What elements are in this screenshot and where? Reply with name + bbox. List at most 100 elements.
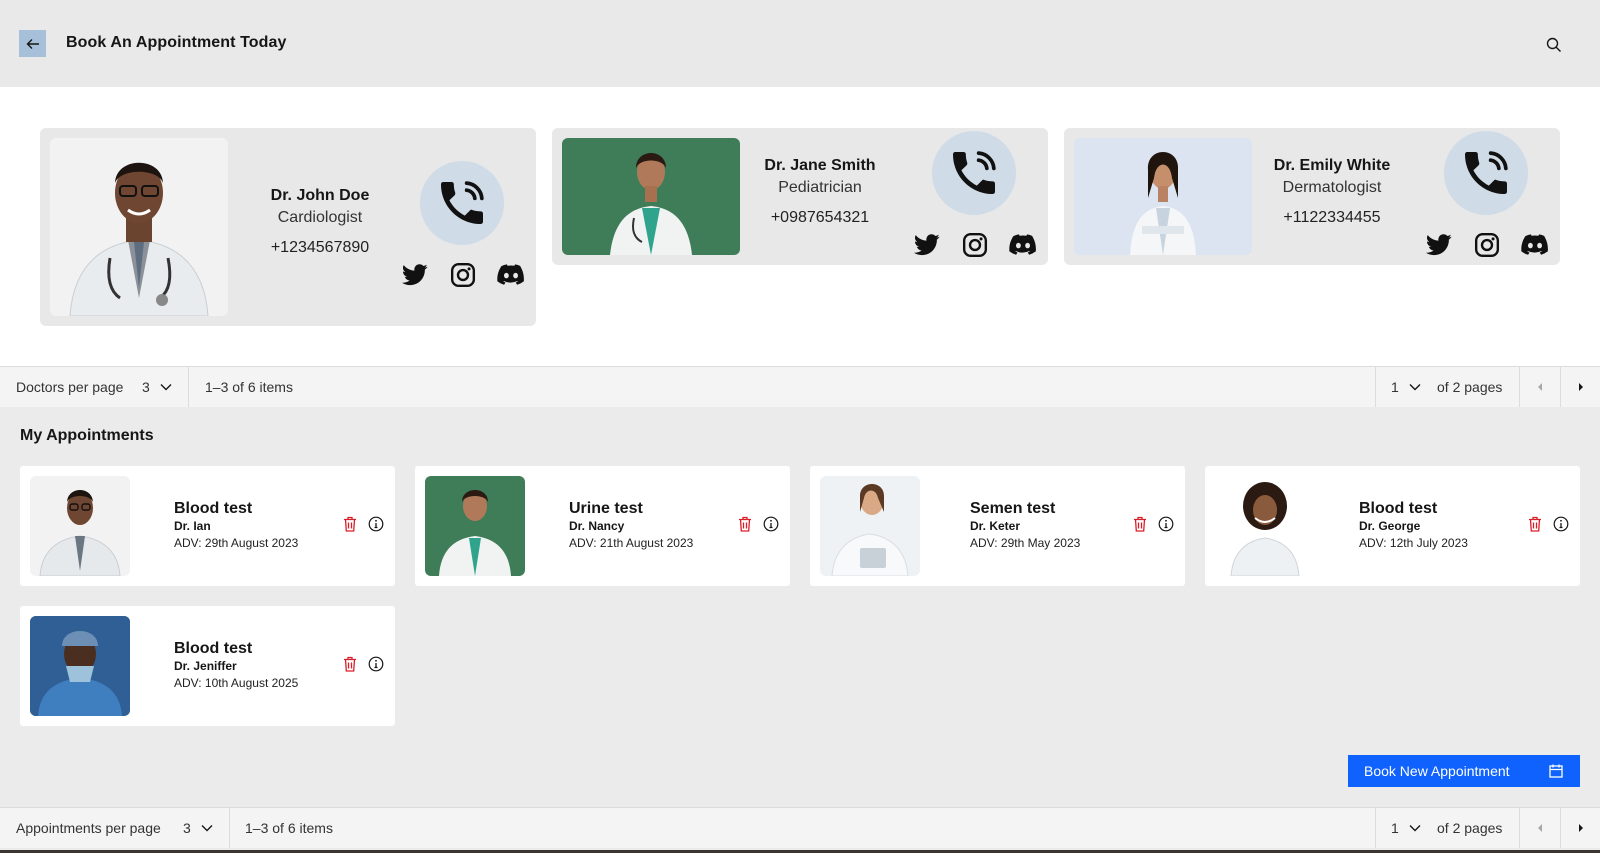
info-button[interactable] [1158,516,1174,532]
appointment-card: Urine test Dr. Nancy ADV: 21th August 20… [415,466,790,586]
appointment-card: Blood test Dr. George ADV: 12th July 202… [1205,466,1580,586]
search-icon [1546,37,1561,52]
delete-button[interactable] [342,516,358,532]
appointment-doctor: Dr. Nancy [569,519,625,533]
per-page-value: 3 [183,820,191,836]
prev-page-button[interactable] [1520,808,1560,848]
instagram-icon[interactable] [961,231,989,259]
caret-right-icon [1578,824,1583,832]
info-button[interactable] [1553,516,1569,532]
appointment-doctor: Dr. Ian [174,519,211,533]
trash-icon [1134,516,1146,532]
appointment-test: Urine test [569,500,643,517]
trash-icon [344,516,356,532]
phone-call-icon [1465,151,1508,194]
appointment-actions [1527,516,1569,532]
appointment-date: ADV: 12th July 2023 [1359,536,1468,550]
per-page-label: Doctors per page [16,379,124,395]
next-page-button[interactable] [1561,808,1600,848]
social-links [401,261,525,289]
twitter-icon[interactable] [401,261,429,289]
discord-icon[interactable] [1521,231,1549,259]
trash-icon [1529,516,1541,532]
page-value: 1 [1391,820,1399,836]
appointment-actions [342,656,384,672]
info-icon [1553,516,1569,532]
appointment-details: Urine test Dr. Nancy ADV: 21th August 20… [569,499,693,552]
appointment-doctor: Dr. Jeniffer [174,659,237,673]
appointment-details: Blood test Dr. Jeniffer ADV: 10th August… [174,639,298,692]
doctors-pagination: Doctors per page 3 1–3 of 6 items 1 of 2… [0,366,1600,407]
instagram-icon[interactable] [449,261,477,289]
per-page-label: Appointments per page [16,820,161,836]
prev-page-button[interactable] [1520,367,1560,407]
info-button[interactable] [368,516,384,532]
per-page-select[interactable]: 3 [183,808,213,848]
doctor-name: Dr. John Doe [270,187,370,204]
delete-button[interactable] [737,516,753,532]
doctor-card: Dr. John Doe Cardiologist +1234567890 [40,128,536,326]
appointment-doctor: Dr. George [1359,519,1421,533]
search-button[interactable] [1542,33,1566,57]
twitter-icon[interactable] [913,231,941,259]
doctor-phone: +0987654321 [770,209,870,226]
appointment-actions [1132,516,1174,532]
page-select[interactable]: 1 [1391,367,1421,407]
doctor-specialty: Dermatologist [1282,179,1382,196]
next-page-button[interactable] [1561,367,1600,407]
instagram-icon[interactable] [1473,231,1501,259]
caret-left-icon [1538,383,1542,391]
per-page-select[interactable]: 3 [142,367,172,407]
phone-call-icon [441,181,484,224]
calendar-icon [1549,764,1563,778]
doctor-name: Dr. Jane Smith [764,157,876,174]
doctor-info: Dr. John Doe Cardiologist +1234567890 [260,185,380,259]
discord-icon[interactable] [497,261,525,289]
items-range: 1–3 of 6 items [205,379,293,395]
appointment-card: Blood test Dr. Ian ADV: 29th August 2023 [20,466,395,586]
doctor-phone: +1234567890 [270,239,370,256]
book-button-label: Book New Appointment [1364,763,1510,779]
appointment-details: Blood test Dr. Ian ADV: 29th August 2023 [174,499,298,552]
total-pages: of 2 pages [1437,820,1503,836]
phone-call-icon [953,151,996,194]
caret-left-icon [1538,824,1542,832]
doctor-phone: +1122334455 [1283,209,1381,226]
delete-button[interactable] [342,656,358,672]
appointment-details: Blood test Dr. George ADV: 12th July 202… [1359,499,1468,552]
appointment-actions [737,516,779,532]
appointment-doctor-photo [425,476,525,576]
delete-button[interactable] [1132,516,1148,532]
page-select[interactable]: 1 [1391,808,1421,848]
appointment-doctor: Dr. Keter [970,519,1021,533]
twitter-icon[interactable] [1425,231,1453,259]
appointment-card: Blood test Dr. Jeniffer ADV: 10th August… [20,606,395,726]
page-value: 1 [1391,379,1399,395]
page-title: Book An Appointment Today [66,34,287,51]
doctor-specialty: Pediatrician [778,179,862,196]
caret-right-icon [1578,383,1583,391]
back-button[interactable] [19,30,46,57]
app-header: Book An Appointment Today [0,0,1600,87]
discord-icon[interactable] [1009,231,1037,259]
appointment-test: Blood test [174,500,253,517]
per-page-value: 3 [142,379,150,395]
appointment-date: ADV: 10th August 2025 [174,676,299,690]
appointment-test: Blood test [174,640,253,657]
call-button[interactable] [932,131,1016,215]
chevron-down-icon [1409,384,1421,391]
social-links [913,231,1037,259]
appointment-date: ADV: 29th August 2023 [174,536,299,550]
call-button[interactable] [1444,131,1528,215]
info-button[interactable] [368,656,384,672]
arrow-left-icon [26,38,39,49]
call-button[interactable] [420,161,504,245]
info-icon [368,656,384,672]
delete-button[interactable] [1527,516,1543,532]
book-new-appointment-button[interactable]: Book New Appointment [1348,755,1580,787]
doctor-name: Dr. Emily White [1273,157,1391,174]
info-button[interactable] [763,516,779,532]
trash-icon [344,656,356,672]
doctor-photo [50,138,228,316]
doctor-photo [562,138,740,255]
